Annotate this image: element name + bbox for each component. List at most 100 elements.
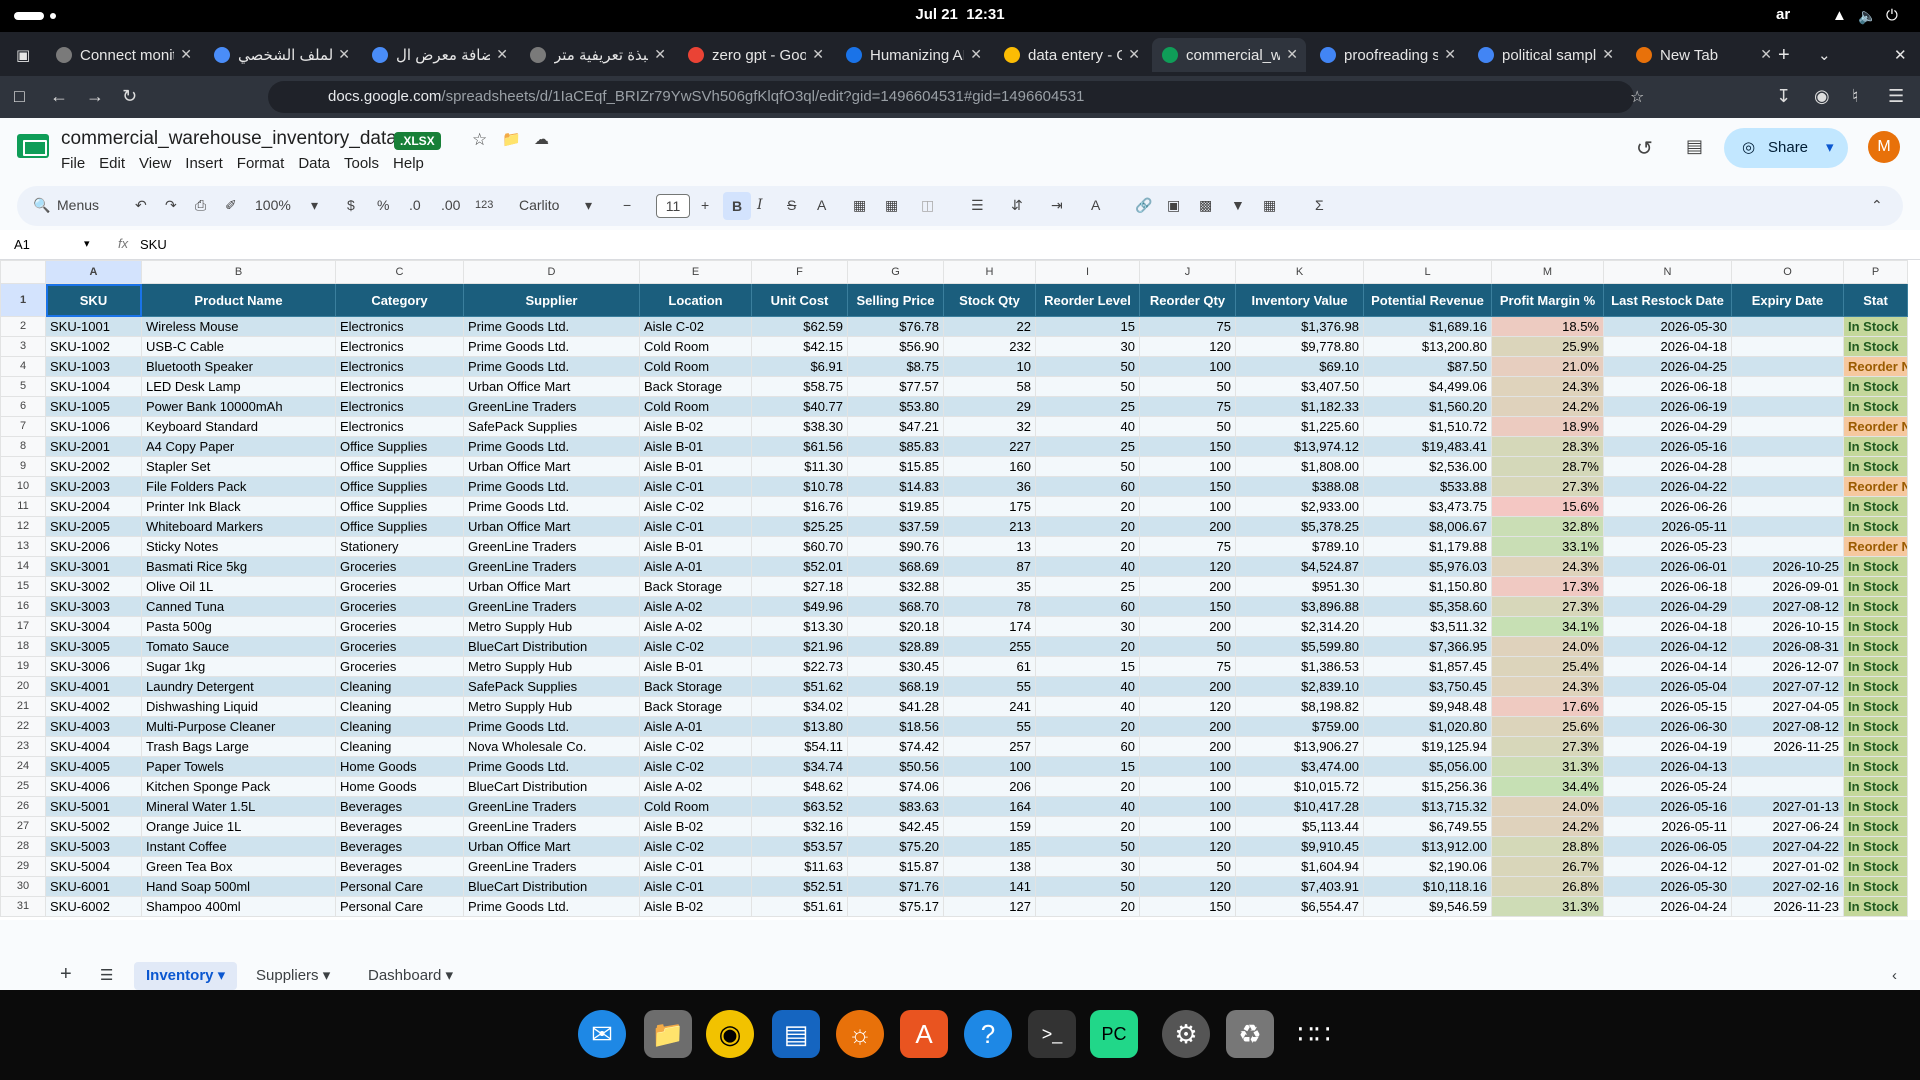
insert-chart-icon[interactable]: ▩ [1199,197,1212,214]
table-cell[interactable]: $25.25 [751,516,848,537]
text-wrap-icon[interactable]: ⇥ [1051,197,1063,214]
table-cell[interactable]: $1,857.45 [1363,656,1492,677]
table-cell[interactable]: Cold Room [639,396,752,417]
table-cell[interactable]: SKU-3006 [45,656,142,677]
table-cell[interactable]: 2026-04-12 [1603,636,1732,657]
font-chevron-icon[interactable]: ▾ [585,197,592,214]
table-cell[interactable]: 2027-08-12 [1731,596,1844,617]
table-cell[interactable] [1731,416,1844,437]
table-cell[interactable]: In Stock [1843,676,1908,697]
table-cell[interactable]: $13,906.27 [1235,736,1364,757]
table-cell[interactable]: $77.57 [847,376,944,397]
table-cell[interactable]: $5,976.03 [1363,556,1492,577]
table-cell[interactable]: Home Goods [335,756,464,777]
menu-tools[interactable]: Tools [344,155,379,172]
table-cell[interactable]: $56.90 [847,336,944,357]
sheet-tab-inventory[interactable]: Inventory ▾ [134,962,238,990]
table-cell[interactable]: Beverages [335,796,464,817]
column-header[interactable]: F [751,260,848,284]
table-cell[interactable]: $1,020.80 [1363,716,1492,737]
row-header[interactable]: 7 [0,416,46,437]
table-cell[interactable]: 60 [1035,596,1140,617]
table-cell[interactable]: 2026-04-24 [1603,896,1732,917]
table-cell[interactable]: $10,118.16 [1363,876,1492,897]
table-cell[interactable]: $13.80 [751,716,848,737]
table-cell[interactable]: Stationery [335,536,464,557]
table-cell[interactable]: 75 [1139,656,1236,677]
trash-icon[interactable]: ♻ [1226,1010,1274,1058]
table-cell[interactable]: $53.80 [847,396,944,417]
strikethrough-button[interactable]: S [787,197,796,213]
table-cell[interactable]: 100 [1139,496,1236,517]
table-cell[interactable]: 120 [1139,836,1236,857]
table-cell[interactable]: Prime Goods Ltd. [463,496,640,517]
menu-insert[interactable]: Insert [185,155,223,172]
table-cell[interactable]: Cleaning [335,676,464,697]
table-cell[interactable]: 50 [1035,876,1140,897]
table-cell[interactable]: 29 [943,396,1036,417]
table-cell[interactable]: USB-C Cable [141,336,336,357]
table-cell[interactable]: In Stock [1843,816,1908,837]
table-cell[interactable]: 75 [1139,316,1236,337]
tab-close-icon[interactable]: ✕ [1602,46,1614,63]
table-cell[interactable]: In Stock [1843,576,1908,597]
table-cell[interactable]: 120 [1139,336,1236,357]
row-header[interactable]: 3 [0,336,46,357]
table-cell[interactable]: BlueCart Distribution [463,636,640,657]
table-cell[interactable]: SKU-4005 [45,756,142,777]
table-cell[interactable]: 2027-02-16 [1731,876,1844,897]
table-cell[interactable]: $22.73 [751,656,848,677]
table-cell[interactable]: $388.08 [1235,476,1364,497]
table-cell[interactable]: Prime Goods Ltd. [463,356,640,377]
table-cell[interactable]: $5,599.80 [1235,636,1364,657]
table-cell[interactable]: 28.8% [1491,836,1604,857]
table-cell[interactable]: $42.15 [751,336,848,357]
header-cell[interactable]: Reorder Qty [1139,283,1236,317]
header-cell[interactable]: Reorder Level [1035,283,1140,317]
table-cell[interactable]: 24.2% [1491,396,1604,417]
table-cell[interactable]: 120 [1139,696,1236,717]
forward-icon[interactable]: → [86,86,104,107]
table-cell[interactable]: GreenLine Traders [463,596,640,617]
table-cell[interactable]: Groceries [335,556,464,577]
table-cell[interactable]: SKU-5003 [45,836,142,857]
table-cell[interactable]: Reorder N [1843,416,1908,437]
table-cell[interactable]: 2026-04-19 [1603,736,1732,757]
table-cell[interactable]: In Stock [1843,456,1908,477]
column-header[interactable]: C [335,260,464,284]
table-cell[interactable]: Aisle C-01 [639,856,752,877]
table-cell[interactable]: Aisle C-02 [639,496,752,517]
filter-icon[interactable]: ▼ [1231,197,1245,213]
table-cell[interactable]: $41.28 [847,696,944,717]
increase-decimal-button[interactable]: .00 [441,197,460,213]
table-cell[interactable]: 200 [1139,676,1236,697]
table-cell[interactable]: Sticky Notes [141,536,336,557]
table-cell[interactable]: 2026-06-05 [1603,836,1732,857]
row-header[interactable]: 18 [0,636,46,657]
table-cell[interactable]: 34.1% [1491,616,1604,637]
menu-format[interactable]: Format [237,155,285,172]
table-cell[interactable]: 60 [1035,736,1140,757]
table-cell[interactable]: In Stock [1843,736,1908,757]
table-cell[interactable]: $14.83 [847,476,944,497]
row-header[interactable]: 11 [0,496,46,517]
row-header[interactable]: 27 [0,816,46,837]
table-cell[interactable]: $32.16 [751,816,848,837]
table-cell[interactable]: Keyboard Standard [141,416,336,437]
table-cell[interactable]: $1,386.53 [1235,656,1364,677]
table-cell[interactable]: Whiteboard Markers [141,516,336,537]
table-cell[interactable]: Beverages [335,836,464,857]
table-cell[interactable]: 24.3% [1491,376,1604,397]
name-box[interactable]: A1 [14,237,30,252]
table-cell[interactable]: 40 [1035,796,1140,817]
table-cell[interactable]: $15,256.36 [1363,776,1492,797]
table-cell[interactable]: 241 [943,696,1036,717]
row-header[interactable]: 10 [0,476,46,497]
table-cell[interactable]: 22 [943,316,1036,337]
table-cell[interactable]: SKU-3002 [45,576,142,597]
table-cell[interactable]: 2027-04-22 [1731,836,1844,857]
header-cell[interactable]: Potential Revenue [1363,283,1492,317]
scroll-sheets-left-icon[interactable]: ‹ [1880,962,1909,990]
tab-close-icon[interactable]: ✕ [496,46,508,63]
table-cell[interactable]: 33.1% [1491,536,1604,557]
